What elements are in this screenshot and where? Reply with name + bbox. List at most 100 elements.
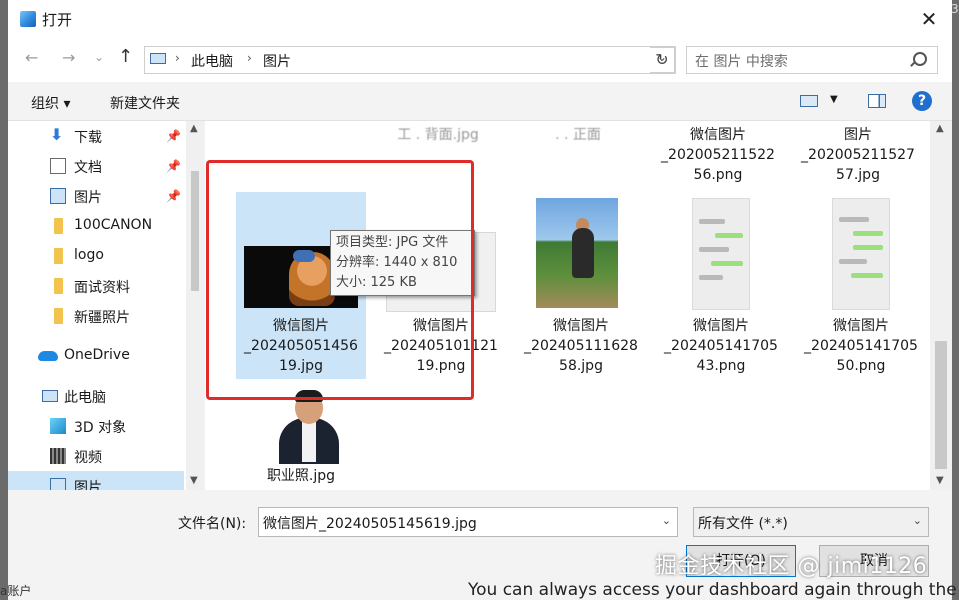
sidebar-item-label: 面试资料 xyxy=(74,280,130,296)
preview-pane-icon[interactable] xyxy=(868,94,886,108)
file-name-line3: 43.png xyxy=(696,358,746,374)
background-page-text: You can always access your dashboard aga… xyxy=(468,580,957,600)
up-icon[interactable]: ↑ xyxy=(118,46,133,67)
scroll-up-icon[interactable]: ▲ xyxy=(190,123,198,134)
file-name-line3: 57.jpg xyxy=(836,167,880,183)
file-name-line2: _202005211522 xyxy=(661,147,775,163)
computer-icon xyxy=(150,53,166,64)
pin-icon[interactable]: 📌 xyxy=(166,189,181,203)
file-list-scroll-thumb[interactable] xyxy=(935,341,947,469)
scroll-up-icon[interactable]: ▲ xyxy=(936,123,944,134)
figure-hat xyxy=(293,250,315,262)
sidebar-item-label: 此电脑 xyxy=(64,390,106,406)
sidebar-item-documents[interactable]: 文档 📌 xyxy=(8,151,184,181)
file-tile[interactable] xyxy=(233,121,363,145)
address-bar[interactable]: › 此电脑 › 图片 ⌄ xyxy=(144,46,676,74)
forward-icon[interactable]: → xyxy=(62,48,75,67)
file-name: . . 正面 xyxy=(555,127,601,143)
sidebar-item-label: logo xyxy=(74,247,104,263)
image-thumbnail xyxy=(832,198,890,310)
breadcrumb-separator: › xyxy=(175,51,180,65)
file-name-line2: _202005211527 xyxy=(801,147,915,163)
file-name-line1: 图片 xyxy=(844,127,872,143)
pin-icon[interactable]: 📌 xyxy=(166,129,181,143)
image-thumbnail xyxy=(244,386,352,464)
sidebar-item-label: 文档 xyxy=(74,160,102,176)
scroll-down-icon[interactable]: ▼ xyxy=(936,475,944,486)
sidebar-item-downloads[interactable]: ⬇ 下载 📌 xyxy=(8,121,184,151)
breadcrumb-pictures[interactable]: 图片 xyxy=(263,51,291,71)
help-icon[interactable]: ? xyxy=(912,91,932,111)
tooltip-size: 大小: 125 KB xyxy=(336,275,417,290)
file-name-line3: 58.jpg xyxy=(559,358,603,374)
download-arrow-icon: ⬇ xyxy=(50,125,64,144)
organize-button[interactable]: 组织 ▾ xyxy=(31,93,70,113)
file-tile[interactable]: . . 正面 xyxy=(513,121,643,145)
pictures-icon xyxy=(50,188,66,204)
app-icon xyxy=(20,11,36,27)
sidebar-item-onedrive[interactable]: OneDrive xyxy=(8,341,184,371)
back-icon[interactable]: ← xyxy=(25,48,38,67)
address-row: ← → ⌄ ↑ › 此电脑 › 图片 ⌄ ↻ 在 图片 中搜索 xyxy=(8,38,952,82)
close-button[interactable]: ✕ xyxy=(906,0,952,38)
file-name-line1: 微信图片 xyxy=(690,127,746,143)
open-file-dialog: 打开 ✕ ← → ⌄ ↑ › 此电脑 › 图片 ⌄ ↻ 在 图片 中搜索 组织 … xyxy=(8,0,952,600)
scroll-down-icon[interactable]: ▼ xyxy=(190,475,198,486)
new-folder-button[interactable]: 新建文件夹 xyxy=(110,93,180,113)
sidebar-item-100canon[interactable]: 100CANON xyxy=(8,211,184,241)
file-tile[interactable]: 图片 _202005211527 57.jpg xyxy=(793,121,923,187)
file-tile[interactable]: 职业照.jpg xyxy=(236,386,366,490)
sidebar-item-videos[interactable]: 视频 xyxy=(8,441,184,471)
pin-icon[interactable]: 📌 xyxy=(166,159,181,173)
sidebar-item-interview[interactable]: 面试资料 xyxy=(8,271,184,301)
filetype-select[interactable]: 所有文件 (*.*) ⌄ xyxy=(693,507,929,537)
file-name-line2: _202405141705 xyxy=(664,338,778,354)
tooltip-resolution: 分辨率: 1440 x 810 xyxy=(336,255,458,270)
sidebar-scroll-thumb[interactable] xyxy=(191,171,199,291)
file-name-line2: _202405111628 xyxy=(524,338,638,354)
sidebar-item-3d-objects[interactable]: 3D 对象 xyxy=(8,411,184,441)
file-tile[interactable]: 微信图片 _202405141705 50.png xyxy=(796,192,926,379)
file-tile[interactable]: 微信图片 _202405111628 58.jpg xyxy=(516,192,646,379)
sidebar-item-label: 视频 xyxy=(74,450,102,466)
view-dropdown-icon[interactable]: ▼ xyxy=(830,94,838,105)
command-toolbar: 组织 ▾ 新建文件夹 ▼ ? xyxy=(8,82,952,121)
view-mode-icon[interactable] xyxy=(800,95,818,107)
tooltip-type: 项目类型: JPG 文件 xyxy=(336,235,449,250)
file-tile[interactable]: 微信图片 _202405141705 43.png xyxy=(656,192,786,379)
file-name-line3: 50.png xyxy=(836,358,886,374)
title-bar: 打开 ✕ xyxy=(8,0,952,38)
file-list-scrollbar[interactable]: ▲ ▼ xyxy=(930,121,952,490)
image-thumbnail xyxy=(536,198,618,308)
file-name-line1: 微信图片 xyxy=(273,318,329,334)
chevron-down-icon[interactable]: ⌄ xyxy=(913,514,922,527)
search-placeholder: 在 图片 中搜索 xyxy=(695,54,788,70)
file-info-tooltip: 项目类型: JPG 文件 分辨率: 1440 x 810 大小: 125 KB xyxy=(330,230,475,296)
sidebar-item-logo[interactable]: logo xyxy=(8,241,184,271)
file-name-line3: 56.png xyxy=(693,167,743,183)
edge-number: 3 xyxy=(951,2,959,16)
sidebar-item-pictures-quick[interactable]: 图片 📌 xyxy=(8,181,184,211)
search-input[interactable]: 在 图片 中搜索 xyxy=(686,46,938,74)
folder-icon xyxy=(54,308,63,324)
breadcrumb-this-pc[interactable]: 此电脑 xyxy=(191,51,233,71)
watermark-text: 掘金技术社区 @ jimi1126 xyxy=(655,554,928,579)
file-name-line1: 微信图片 xyxy=(693,318,749,334)
file-name-line1: 微信图片 xyxy=(413,318,469,334)
sidebar-scrollbar[interactable]: ▲ ▼ xyxy=(186,121,204,490)
filename-input[interactable]: 微信图片_20240505145619.jpg ⌄ xyxy=(258,507,678,537)
sidebar-item-xinjiang[interactable]: 新疆照片 xyxy=(8,301,184,331)
file-name: 职业照.jpg xyxy=(266,468,336,484)
file-name-line3: 19.png xyxy=(416,358,466,374)
file-tile[interactable]: 微信图片 _202005211522 56.png xyxy=(653,121,783,187)
file-tile[interactable]: 工 . 背面.jpg xyxy=(373,121,503,145)
sidebar-item-this-pc[interactable]: 此电脑 xyxy=(8,381,184,411)
filename-value: 微信图片_20240505145619.jpg xyxy=(263,516,477,532)
chevron-down-icon[interactable]: ⌄ xyxy=(662,514,671,527)
sidebar-item-pictures[interactable]: 图片 xyxy=(8,471,184,490)
recent-locations-icon[interactable]: ⌄ xyxy=(94,50,104,64)
sidebar-item-label: 新疆照片 xyxy=(74,310,130,326)
refresh-icon[interactable]: ↻ xyxy=(650,47,675,73)
sidebar-item-label: 100CANON xyxy=(74,217,153,233)
file-list: 工 . 背面.jpg . . 正面 微信图片 _202005211522 56.… xyxy=(205,121,930,490)
